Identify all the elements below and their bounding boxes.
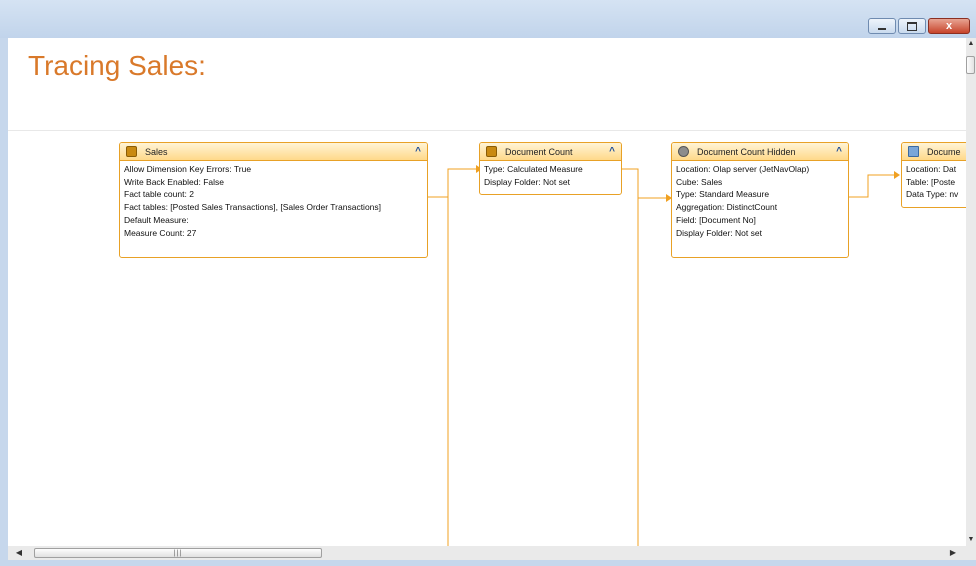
scroll-right-icon[interactable]: ▶ (946, 546, 960, 560)
minimize-button[interactable] (868, 18, 896, 34)
collapse-chevron-icon[interactable]: ^ (415, 146, 421, 157)
property-row: Aggregation: DistinctCount (676, 202, 778, 213)
node-properties: Allow Dimension Key Errors: True Write B… (120, 161, 427, 241)
link-document-count-to-hidden-branch (637, 169, 666, 199)
property-row: Table: [Poste (906, 176, 956, 187)
link-document-count-to-hidden (622, 168, 639, 546)
node-properties: Location: Dat Table: [Poste Data Type: n… (902, 161, 966, 203)
node-header: Document Count Hidden ^ (672, 143, 848, 161)
cube-icon (126, 146, 137, 157)
vertical-scroll-thumb[interactable] (966, 56, 975, 74)
property-row: Cube: Sales (676, 176, 723, 187)
scroll-down-icon[interactable]: ▼ (966, 534, 976, 546)
node-sales[interactable]: Sales ^ Allow Dimension Key Errors: True… (119, 142, 428, 258)
node-title: Sales (145, 146, 168, 157)
node-properties: Location: Olap server (JetNavOlap) Cube:… (672, 161, 848, 241)
node-title: Document Count (505, 146, 573, 157)
node-header: Document Count ^ (480, 143, 621, 161)
node-document-table[interactable]: Docume Location: Dat Table: [Poste Data … (901, 142, 966, 208)
property-row: Display Folder: Not set (484, 176, 570, 187)
close-icon: x (945, 19, 953, 32)
collapse-chevron-icon[interactable]: ^ (836, 146, 842, 157)
property-row: Write Back Enabled: False (124, 176, 224, 187)
measure-icon (486, 146, 497, 157)
link-sales-to-document-count (428, 196, 449, 546)
property-row: Measure Count: 27 (124, 227, 197, 238)
maximize-button[interactable] (898, 18, 926, 34)
property-row: Location: Olap server (JetNavOlap) (676, 164, 810, 174)
property-row: Location: Dat (906, 164, 957, 174)
page-title: Tracing Sales: (28, 50, 206, 81)
connector-lines (428, 165, 900, 546)
property-row: Display Folder: Not set (676, 227, 762, 238)
title-divider (8, 130, 966, 131)
property-row: Fact tables: [Posted Sales Transactions]… (124, 202, 382, 213)
link-hidden-to-document-table (849, 174, 894, 198)
maximize-icon (907, 21, 917, 31)
grip-icon: ||| (173, 549, 183, 557)
arrow-head-document-table (894, 171, 900, 179)
collapse-chevron-icon[interactable]: ^ (609, 146, 615, 157)
app-window: x Tracing Sales: Sales ^ Allow Dimension… (0, 0, 976, 566)
vertical-scrollbar[interactable]: ▲ ▼ (966, 38, 976, 546)
node-title: Document Count Hidden (697, 146, 796, 157)
title-bar: x (0, 0, 976, 38)
node-title: Docume (927, 146, 961, 157)
scroll-up-icon[interactable]: ▲ (966, 38, 976, 50)
measure-icon (678, 146, 689, 157)
node-properties: Type: Calculated Measure Display Folder:… (480, 161, 621, 190)
node-document-count-hidden[interactable]: Document Count Hidden ^ Location: Olap s… (671, 142, 849, 258)
property-row: Default Measure: (124, 214, 189, 225)
trace-canvas: Tracing Sales: Sales ^ Allow Dimension K… (8, 38, 966, 546)
link-sales-to-document-count-branch (447, 168, 476, 197)
node-document-count[interactable]: Document Count ^ Type: Calculated Measur… (479, 142, 622, 195)
close-button[interactable]: x (928, 18, 970, 34)
window-controls: x (868, 18, 970, 34)
horizontal-scrollbar[interactable]: ◀ ||| ▶ (8, 546, 966, 560)
property-row: Field: [Document No] (676, 214, 756, 225)
horizontal-scroll-thumb[interactable]: ||| (34, 548, 322, 558)
resize-grip[interactable] (966, 546, 976, 560)
minimize-icon (878, 27, 886, 30)
node-header: Docume (902, 143, 966, 161)
scroll-left-icon[interactable]: ◀ (12, 546, 26, 560)
property-row: Allow Dimension Key Errors: True (124, 164, 252, 174)
table-icon (908, 146, 919, 157)
property-row: Data Type: nv (906, 189, 959, 200)
property-row: Type: Calculated Measure (484, 164, 583, 174)
property-row: Type: Standard Measure (676, 189, 770, 200)
node-header: Sales ^ (120, 143, 427, 161)
property-row: Fact table count: 2 (124, 189, 194, 200)
